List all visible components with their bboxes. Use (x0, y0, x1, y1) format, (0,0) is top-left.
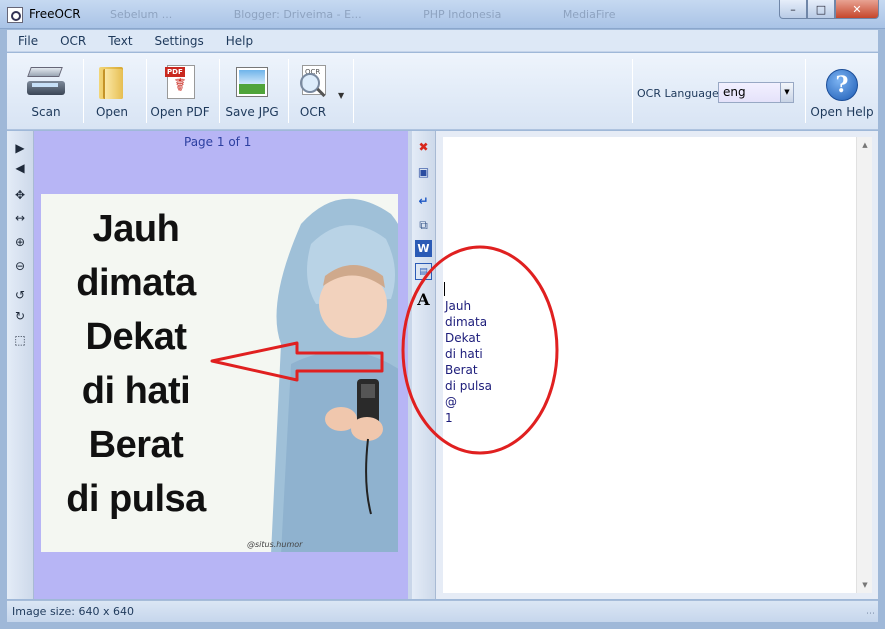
image-text-line: Dekat (85, 316, 188, 358)
image-text-line: Jauh (92, 208, 180, 250)
menu-settings[interactable]: Settings (144, 34, 215, 48)
ocr-output-line: Jauh (445, 299, 472, 313)
return-icon[interactable]: ↵ (415, 193, 432, 210)
clear-icon[interactable]: ✖ (415, 139, 432, 156)
open-help-label: Open Help (810, 105, 874, 119)
image-icon (233, 63, 271, 101)
image-text: Jauh dimata Dekat di hati Berat di pulsa (41, 202, 231, 526)
open-pdf-label: Open PDF (150, 105, 210, 119)
open-help-button[interactable]: ? Open Help (809, 57, 875, 125)
rotate-right-icon[interactable]: ↻ (11, 307, 29, 325)
scroll-up-icon[interactable]: ▲ (857, 137, 873, 153)
background-tabs: Sebelum ... Blogger: Driveima - E... PHP… (110, 8, 673, 21)
background-tab: Sebelum ... (110, 8, 173, 21)
prev-page-icon[interactable]: ◀ (11, 159, 29, 177)
open-button[interactable]: Open (87, 57, 137, 125)
image-text-line: Berat (88, 424, 184, 466)
text-tools-column: ✖ ▣ ↵ ⧉ W ▤ A (412, 131, 436, 599)
copy-icon[interactable]: ⧉ (415, 217, 432, 234)
folder-icon (93, 63, 131, 101)
select-area-icon[interactable]: ⬚ (11, 331, 29, 349)
ocr-output[interactable]: Jauh dimata Dekat di hati Berat di pulsa… (445, 282, 492, 426)
open-pdf-button[interactable]: PDF ☤ Open PDF (149, 57, 211, 125)
baby-illustration (271, 198, 398, 552)
background-tab: PHP Indonesia (423, 8, 502, 21)
save-jpg-button[interactable]: Save JPG (223, 57, 281, 125)
menu-ocr[interactable]: OCR (49, 34, 97, 48)
close-button[interactable]: ✕ (835, 0, 879, 19)
ocr-output-line: 1 (445, 411, 453, 425)
scan-button[interactable]: Scan (17, 57, 75, 125)
ocr-language-select[interactable]: eng ▼ (718, 82, 794, 103)
ocr-text-editor[interactable] (443, 137, 856, 593)
ocr-output-line: dimata (445, 315, 488, 329)
ocr-output-line: @ (445, 395, 457, 409)
save-jpg-label: Save JPG (225, 105, 279, 119)
zoom-in-icon[interactable]: ⊕ (11, 233, 29, 251)
pdf-icon: PDF ☤ (161, 63, 199, 101)
menu-text[interactable]: Text (97, 34, 143, 48)
rotate-left-icon[interactable]: ↺ (11, 286, 29, 304)
ocr-language-label: OCR Language: (637, 87, 723, 100)
menu-bar: File OCR Text Settings Help (7, 30, 878, 52)
ocr-output-line: Dekat (445, 331, 481, 345)
image-text-line: di hati (81, 370, 191, 412)
status-bar: Image size: 640 x 640 ⋯ (7, 600, 878, 622)
title-bar: FreeOCR Sebelum ... Blogger: Driveima - … (0, 0, 885, 29)
ocr-output-line: Berat (445, 363, 478, 377)
resize-grip-icon[interactable]: ⋯ (866, 609, 875, 619)
font-icon[interactable]: A (415, 291, 432, 308)
save-icon[interactable]: ▣ (415, 164, 432, 181)
ocr-label: OCR (299, 105, 327, 119)
menu-file[interactable]: File (7, 34, 49, 48)
image-text-line: di pulsa (66, 478, 206, 520)
image-watermark: @situs.humor (247, 540, 303, 549)
ocr-magnifier-icon: OCR (294, 63, 332, 101)
next-page-icon[interactable]: ▶ (11, 139, 29, 157)
fit-width-icon[interactable]: ↔ (11, 209, 29, 227)
minimize-button[interactable]: – (779, 0, 807, 19)
word-icon[interactable]: W (415, 240, 432, 257)
scan-label: Scan (31, 105, 61, 119)
menu-help[interactable]: Help (215, 34, 264, 48)
app-icon (7, 7, 23, 23)
ocr-output-line: di pulsa (445, 379, 492, 393)
pan-icon[interactable]: ✥ (11, 186, 29, 204)
ocr-output-line: di hati (445, 347, 483, 361)
background-tab: MediaFire (562, 8, 616, 21)
toolbar: Scan Open PDF ☤ Open PDF Save JPG OCR OC… (7, 53, 878, 130)
zoom-out-icon[interactable]: ⊖ (11, 257, 29, 275)
scanner-icon (27, 63, 65, 101)
image-text-line: dimata (76, 262, 196, 304)
ocr-button[interactable]: OCR OCR (291, 57, 335, 125)
chevron-down-icon[interactable]: ▼ (780, 83, 793, 102)
scroll-down-icon[interactable]: ▼ (857, 577, 873, 593)
page-indicator: Page 1 of 1 (184, 135, 252, 149)
vertical-scrollbar[interactable]: ▲ ▼ (856, 137, 872, 593)
loaded-image: Jauh dimata Dekat di hati Berat di pulsa… (41, 194, 398, 552)
help-icon: ? (826, 69, 858, 101)
window-title: FreeOCR (29, 7, 81, 21)
image-size-status: Image size: 640 x 640 (12, 605, 134, 618)
image-tools-column: ▶ ◀ ✥ ↔ ⊕ ⊖ ↺ ↻ ⬚ (7, 131, 34, 599)
ocr-dropdown-arrow-icon[interactable]: ▼ (338, 91, 344, 100)
open-label: Open (95, 105, 129, 119)
background-tab: Blogger: Driveima - E... (233, 8, 362, 21)
maximize-button[interactable]: □ (807, 0, 835, 19)
rtf-icon[interactable]: ▤ (415, 263, 432, 280)
ocr-language-value: eng (723, 85, 746, 99)
